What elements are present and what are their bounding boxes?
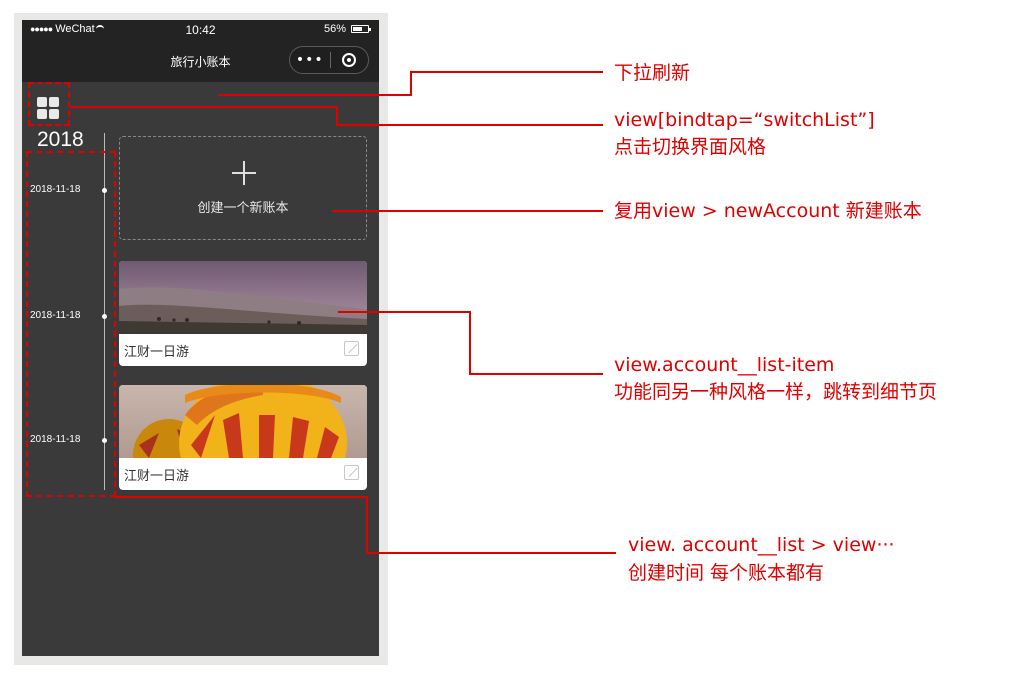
account-list-item[interactable]: 江财一日游 (119, 261, 367, 366)
connector-line (332, 210, 603, 212)
connector-line (336, 124, 603, 126)
annotation-list-line2: 创建时间 每个账本都有 (628, 562, 825, 584)
annotated-screenshot: ●●●●● WeChat 10:42 56% 旅行小账本 ••• 2018 20… (0, 0, 1036, 676)
annotation-pull-refresh: 下拉刷新 (614, 62, 691, 84)
edit-icon[interactable] (344, 465, 359, 480)
status-right: 56% (323, 23, 371, 35)
connector-line (366, 552, 616, 554)
account-title: 江财一日游 (124, 469, 190, 484)
date-column-highlight (26, 151, 116, 497)
annotation-switch-line1: view[bindtap=“switchList”] (614, 109, 875, 131)
status-bar: ●●●●● WeChat 10:42 56% (22, 20, 379, 40)
annotation-new-account: 复用view > newAccount 新建账本 (614, 200, 922, 222)
capsule-menu: ••• (289, 46, 369, 74)
switch-list-highlight (28, 82, 70, 126)
connector-line (410, 71, 603, 73)
connector-line (338, 311, 471, 313)
annotation-list-item-line1: view.account__list-item (614, 354, 835, 376)
connector-line (410, 71, 412, 96)
connector-line (469, 373, 603, 375)
timeline-year: 2018 (37, 128, 84, 151)
annotation-list-item-line2: 功能同另一种风格一样，跳转到细节页 (614, 381, 938, 403)
annotation-list-line1: view. account__list > view··· (628, 534, 895, 556)
connector-line (336, 106, 338, 126)
account-title: 江财一日游 (124, 345, 190, 360)
plus-icon (232, 161, 256, 185)
edit-icon[interactable] (344, 341, 359, 356)
hot-air-balloon-photo (119, 385, 367, 458)
landscape-photo (119, 261, 367, 334)
connector-line (218, 94, 412, 96)
battery-percent: 56% (323, 23, 346, 35)
connector-line (469, 311, 471, 375)
connector-line (366, 496, 368, 554)
new-account-label: 创建一个新账本 (197, 201, 289, 216)
more-button[interactable]: ••• (290, 47, 330, 73)
connector-line (70, 106, 338, 108)
close-icon (342, 53, 357, 67)
new-account-button[interactable]: 创建一个新账本 (119, 136, 367, 240)
close-button[interactable] (330, 53, 368, 67)
nav-bar: 旅行小账本 ••• (22, 40, 379, 82)
battery-icon (351, 25, 371, 33)
connector-line (114, 496, 368, 498)
account-list-item[interactable]: 江财一日游 (119, 385, 367, 490)
annotation-switch-line2: 点击切换界面风格 (614, 136, 767, 158)
